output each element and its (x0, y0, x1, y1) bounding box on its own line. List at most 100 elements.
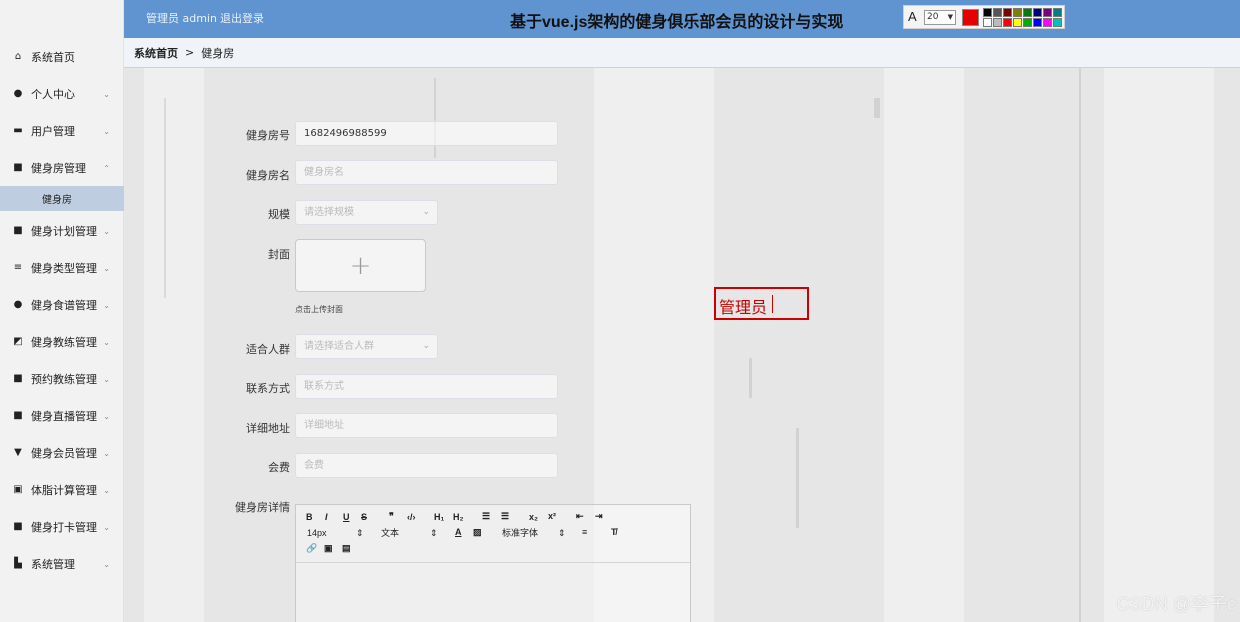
sidebar-item[interactable]: ▙ 系统管理 ⌄ (0, 549, 124, 579)
ordered-list-icon[interactable]: ☰ (482, 512, 490, 521)
color-swatch[interactable] (1013, 18, 1022, 27)
image-icon[interactable]: ▣ (324, 544, 333, 553)
scale-placeholder: 请选择规模 (304, 207, 354, 218)
audience-select[interactable]: 请选择适合人群 ⌄ (295, 334, 438, 359)
sidebar-item[interactable]: ● 健身食谱管理 ⌄ (0, 290, 124, 320)
color-swatch[interactable] (1053, 18, 1062, 27)
chevron-down-icon: ⌄ (103, 300, 110, 310)
code-icon[interactable]: ‹/› (407, 513, 416, 522)
color-swatch[interactable] (1023, 18, 1032, 27)
breadcrumb-home[interactable]: 系统首页 (134, 45, 178, 61)
sidebar-item-label: 用户管理 (31, 125, 75, 138)
scale-select[interactable]: 请选择规模 ⌄ (295, 200, 438, 225)
font-family-dropdown[interactable]: 标准字体 (502, 529, 538, 538)
text-cursor (772, 295, 773, 313)
sidebar-item[interactable]: ▣ 体脂计算管理 ⌄ (0, 475, 124, 505)
sidebar-item[interactable]: ■ 健身房管理 ⌃ (0, 153, 124, 183)
heading1-icon[interactable]: H₁ (434, 513, 444, 522)
color-swatch[interactable] (1003, 18, 1012, 27)
color-swatch[interactable] (1043, 18, 1052, 27)
indent-icon[interactable]: ⇥ (595, 512, 603, 521)
grid-icon: ■ (13, 373, 23, 384)
sidebar-item[interactable]: ▬ 用户管理 ⌄ (0, 116, 124, 146)
link-icon[interactable]: 🔗 (306, 544, 317, 553)
chevron-up-icon: ⌃ (103, 163, 110, 173)
background-texture (796, 428, 799, 528)
font-size-dropdown[interactable]: 14px (307, 529, 327, 538)
italic-icon[interactable]: I (325, 513, 328, 522)
sidebar-item[interactable]: ⌂ 系统首页 (0, 42, 124, 72)
user-icon: ● (13, 88, 23, 99)
sidebar-subitem-gym[interactable]: 健身房 (0, 186, 124, 211)
sidebar-item[interactable]: ● 个人中心 ⌄ (0, 79, 124, 109)
sidebar-item[interactable]: ■ 预约教练管理 ⌄ (0, 364, 124, 394)
home-icon: ⌂ (14, 51, 22, 62)
color-swatch[interactable] (1033, 8, 1042, 17)
contact-input[interactable]: 联系方式 (295, 374, 558, 399)
sidebar-item-label: 体脂计算管理 (31, 484, 97, 497)
align-icon[interactable]: ≡ (582, 528, 587, 537)
gym-name-label: 健身房名 (246, 169, 290, 182)
color-swatch[interactable] (1023, 8, 1032, 17)
app-title: 基于vue.js架构的健身俱乐部会员的设计与实现 (510, 14, 844, 31)
sidebar-item[interactable]: ■ 健身计划管理 ⌄ (0, 216, 124, 246)
format-dropdown[interactable]: 文本 (381, 529, 399, 538)
fee-input[interactable]: 会费 (295, 453, 558, 478)
gym-no-input[interactable]: 1682496988599 (295, 121, 558, 146)
sidebar-item[interactable]: ▼ 健身会员管理 ⌄ (0, 438, 124, 468)
text-annotation[interactable]: 管理员 (714, 287, 809, 320)
address-input[interactable]: 详细地址 (295, 413, 558, 438)
underline-icon[interactable]: U (343, 513, 350, 522)
bold-icon[interactable]: B (306, 513, 313, 522)
strikethrough-icon[interactable]: S (361, 513, 367, 522)
chevron-down-icon: ⌄ (103, 126, 110, 136)
cover-uploader[interactable]: + (295, 239, 426, 292)
plus-icon: + (349, 250, 372, 281)
chevron-down-icon: ⌄ (103, 522, 110, 532)
audience-placeholder: 请选择适合人群 (304, 341, 374, 352)
chevron-updown-icon: ⇕ (430, 528, 438, 538)
color-swatch[interactable] (1043, 8, 1052, 17)
drawing-toolbar: A 20 ▼ (903, 5, 1065, 29)
chevron-updown-icon: ⇕ (558, 528, 566, 538)
subscript-icon[interactable]: x₂ (529, 513, 538, 522)
outdent-icon[interactable]: ⇤ (576, 512, 584, 521)
current-color-swatch[interactable] (962, 9, 979, 26)
sidebar-item[interactable]: ■ 健身直播管理 ⌄ (0, 401, 124, 431)
font-icon[interactable]: A (908, 9, 917, 24)
grid-icon: ■ (13, 521, 23, 532)
color-swatch[interactable] (983, 8, 992, 17)
main-content: 健身房号 1682496988599 健身房名 健身房名 规模 请选择规模 ⌄ … (124, 68, 1240, 622)
bullet-list-icon[interactable]: ☰ (501, 512, 509, 521)
color-swatch[interactable] (983, 18, 992, 27)
color-swatch[interactable] (993, 8, 1002, 17)
sidebar-item-label: 健身会员管理 (31, 447, 97, 460)
sidebar-item[interactable]: ≡ 健身类型管理 ⌄ (0, 253, 124, 283)
sidebar-item-label: 预约教练管理 (31, 373, 97, 386)
clear-format-icon[interactable]: T̸ (611, 528, 617, 537)
color-swatch[interactable] (993, 18, 1002, 27)
sidebar-item[interactable]: ◩ 健身教练管理 ⌄ (0, 327, 124, 357)
sidebar-item[interactable]: ■ 健身打卡管理 ⌄ (0, 512, 124, 542)
sidebar-item-label: 健身房管理 (31, 162, 86, 175)
chevron-down-icon: ⌄ (103, 411, 110, 421)
background-color-icon[interactable]: ▨ (473, 528, 482, 537)
chevron-down-icon: ⌄ (103, 89, 110, 99)
color-swatch[interactable] (1013, 8, 1022, 17)
superscript-icon[interactable]: x² (548, 512, 556, 521)
heading2-icon[interactable]: H₂ (453, 513, 464, 522)
background-texture (1079, 68, 1081, 622)
color-swatch[interactable] (1053, 8, 1062, 17)
logout-link[interactable]: 退出登录 (220, 10, 264, 26)
color-swatch[interactable] (1033, 18, 1042, 27)
color-swatch[interactable] (1003, 8, 1012, 17)
text-color-icon[interactable]: A (455, 528, 462, 537)
contact-label: 联系方式 (246, 382, 290, 395)
sidebar-item-label: 健身计划管理 (31, 225, 97, 238)
chevron-down-icon: ⌄ (422, 341, 430, 351)
quote-icon[interactable]: ❞ (389, 512, 394, 521)
font-size-select[interactable]: 20 ▼ (924, 10, 956, 25)
gym-name-input[interactable]: 健身房名 (295, 160, 558, 185)
calculator-icon: ▣ (13, 484, 23, 495)
video-icon[interactable]: ▤ (342, 544, 351, 553)
